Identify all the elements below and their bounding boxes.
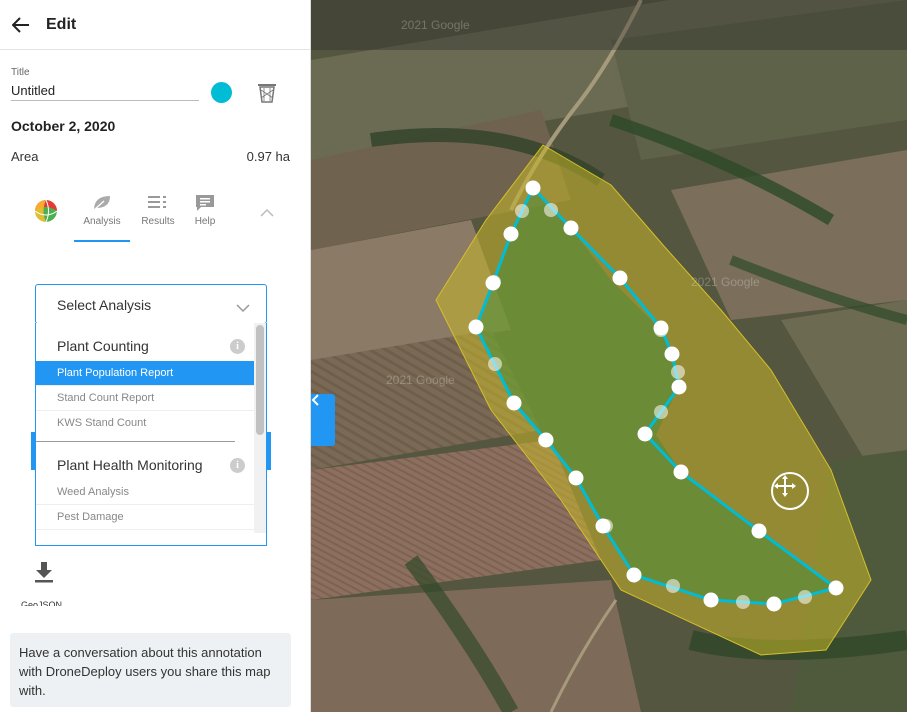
download-icon — [35, 562, 53, 583]
select-placeholder: Select Analysis — [57, 297, 152, 313]
vertex-handle[interactable] — [538, 432, 554, 448]
tab-label: Help — [194, 216, 216, 227]
vertex-handle[interactable] — [506, 395, 522, 411]
vertex-handle[interactable] — [751, 523, 767, 539]
vertex-handle[interactable] — [653, 320, 669, 336]
leaf-icon — [92, 194, 112, 217]
vertex-handle[interactable] — [563, 220, 579, 236]
vertex-handle[interactable] — [525, 180, 541, 196]
midpoint-handle[interactable] — [736, 595, 750, 609]
chevron-down-icon — [236, 300, 250, 318]
polygon-outline[interactable] — [474, 185, 840, 606]
midpoint-handle[interactable] — [671, 365, 685, 379]
move-icon — [774, 475, 796, 497]
page-title: Edit — [46, 15, 77, 33]
export-label: GeoJSON — [21, 600, 63, 606]
vertex-handle[interactable] — [703, 592, 719, 608]
vertex-handle[interactable] — [664, 346, 680, 362]
list-icon — [148, 194, 168, 215]
vertex-handle[interactable] — [595, 518, 611, 534]
midpoint-handle[interactable] — [544, 203, 558, 217]
trash-icon — [258, 84, 276, 103]
vertex-handle[interactable] — [503, 226, 519, 242]
title-label: Title — [11, 67, 30, 78]
delete-button[interactable] — [257, 82, 277, 104]
panel-header: Edit — [0, 0, 310, 50]
tab-label: Analysis — [83, 216, 121, 227]
vertex-handle[interactable] — [671, 379, 687, 395]
annotation-date: October 2, 2020 — [11, 118, 116, 134]
info-icon[interactable]: i — [230, 339, 245, 354]
analysis-select[interactable]: Select Analysis — [35, 284, 267, 324]
vertex-handle[interactable] — [766, 596, 782, 612]
midpoint-handle[interactable] — [666, 579, 680, 593]
vertex-handle[interactable] — [468, 319, 484, 335]
option-weed-analysis[interactable]: Weed Analysis — [36, 480, 255, 505]
vertex-handle[interactable] — [828, 580, 844, 596]
tab-analysis[interactable]: Analysis — [72, 190, 132, 242]
back-button[interactable] — [10, 14, 32, 36]
option-stand-count-report[interactable]: Stand Count Report — [36, 386, 255, 411]
edit-panel: Edit Title October 2, 2020 Area 0.97 ha … — [0, 0, 311, 712]
midpoint-handle[interactable] — [515, 204, 529, 218]
midpoint-handle[interactable] — [654, 405, 668, 419]
title-input[interactable] — [11, 81, 199, 101]
analysis-dropdown: Plant Counting i Plant Population Report… — [35, 323, 267, 546]
area-value: 0.97 ha — [246, 149, 290, 164]
download-button[interactable] — [33, 560, 55, 584]
collapse-panel-button[interactable] — [311, 394, 335, 446]
dropdown-scrollbar[interactable] — [254, 323, 266, 533]
conversation-box[interactable]: Have a conversation about this annotatio… — [10, 633, 291, 707]
option-plant-population-report[interactable]: Plant Population Report — [36, 361, 255, 386]
color-picker-button[interactable] — [211, 82, 232, 103]
group-label: Plant Counting — [57, 338, 149, 354]
map-view[interactable]: 2021 Google 2021 Google 2021 Google — [311, 0, 907, 712]
option-kws-stand-count[interactable]: KWS Stand Count — [36, 411, 255, 436]
overlay-edge — [267, 432, 271, 470]
midpoint-handle[interactable] — [488, 357, 502, 371]
area-label: Area — [11, 149, 39, 164]
vertex-handle[interactable] — [485, 275, 501, 291]
scroll-thumb[interactable] — [256, 325, 264, 435]
group-plant-counting: Plant Counting i — [36, 323, 255, 361]
annotation-polygon[interactable] — [311, 0, 907, 712]
group-label: Plant Health Monitoring — [57, 457, 203, 473]
vertex-handle[interactable] — [637, 426, 653, 442]
midpoint-handle[interactable] — [798, 590, 812, 604]
info-icon[interactable]: i — [230, 458, 245, 473]
chat-icon — [195, 194, 215, 217]
option-pest-damage[interactable]: Pest Damage — [36, 505, 255, 530]
chevron-up-icon[interactable] — [260, 205, 274, 217]
vertex-handle[interactable] — [673, 464, 689, 480]
vertex-handle[interactable] — [612, 270, 628, 286]
tab-help[interactable]: Help — [175, 190, 235, 242]
vertex-handle[interactable] — [626, 567, 642, 583]
move-handle[interactable] — [771, 472, 809, 510]
arrow-left-icon — [12, 16, 29, 33]
vertex-handle[interactable] — [568, 470, 584, 486]
chevron-left-icon — [311, 394, 319, 406]
group-plant-health: Plant Health Monitoring i — [36, 442, 255, 480]
